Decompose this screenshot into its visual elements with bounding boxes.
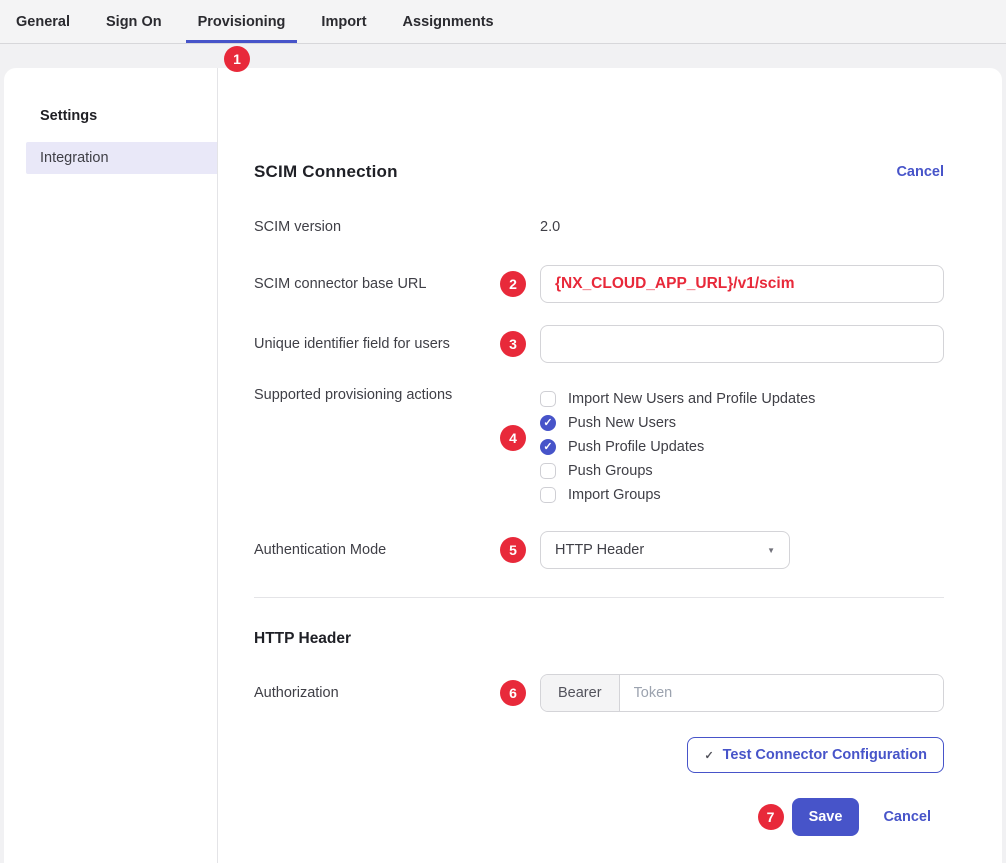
unique-id-row: Unique identifier field for users 3: [254, 325, 944, 363]
test-connector-row: ✓ Test Connector Configuration: [254, 737, 944, 773]
sidebar-item-label: Integration: [40, 150, 109, 166]
test-connector-label: Test Connector Configuration: [723, 747, 927, 763]
checkbox-row-import-users[interactable]: Import New Users and Profile Updates: [540, 387, 944, 411]
page-title: SCIM Connection: [254, 162, 398, 182]
section-divider: [254, 597, 944, 598]
unique-id-label: Unique identifier field for users: [254, 336, 540, 352]
app-window: General Sign On Provisioning Import Assi…: [0, 0, 1006, 863]
authorization-label: Authorization: [254, 685, 540, 701]
annotation-badge-3: 3: [500, 331, 526, 357]
bearer-prefix: Bearer: [541, 675, 620, 711]
scim-version-value: 2.0: [540, 219, 560, 235]
authorization-input-group: Bearer: [540, 674, 944, 712]
scim-connection-form: SCIM Connection Cancel SCIM version 2.0 …: [218, 68, 1002, 863]
sidebar-item-integration[interactable]: Integration: [26, 142, 217, 174]
checkbox-row-import-groups[interactable]: Import Groups: [540, 483, 944, 507]
save-button[interactable]: Save: [792, 798, 860, 836]
base-url-input[interactable]: [540, 265, 944, 303]
test-connector-button[interactable]: ✓ Test Connector Configuration: [687, 737, 944, 773]
tab-bar: General Sign On Provisioning Import Assi…: [0, 0, 1006, 44]
auth-mode-row: Authentication Mode 5 HTTP Header ▼: [254, 531, 944, 569]
tab-import[interactable]: Import: [309, 0, 378, 43]
checkbox-row-push-new-users[interactable]: Push New Users: [540, 411, 944, 435]
provisioning-card: Settings Integration SCIM Connection Can…: [4, 68, 1002, 863]
sidebar-heading: Settings: [40, 108, 217, 124]
unique-id-input[interactable]: [540, 325, 944, 363]
tab-assignments[interactable]: Assignments: [391, 0, 506, 43]
scim-version-row: SCIM version 2.0: [254, 216, 944, 238]
checkbox-push-groups[interactable]: [540, 463, 556, 479]
annotation-badge-5: 5: [500, 537, 526, 563]
checkbox-row-push-profile-updates[interactable]: Push Profile Updates: [540, 435, 944, 459]
provisioning-actions-row: Supported provisioning actions 4 Import …: [254, 387, 944, 507]
base-url-row: SCIM connector base URL 2: [254, 265, 944, 303]
form-actions-row: 7 Save Cancel: [254, 798, 944, 836]
tab-provisioning[interactable]: Provisioning: [186, 0, 298, 43]
base-url-label: SCIM connector base URL: [254, 276, 540, 292]
annotation-badge-4: 4: [500, 425, 526, 451]
checkbox-import-users[interactable]: [540, 391, 556, 407]
auth-mode-selected-value: HTTP Header: [555, 542, 644, 558]
http-header-heading: HTTP Header: [254, 626, 944, 652]
authorization-row: Authorization 6 Bearer: [254, 674, 944, 712]
auth-mode-select[interactable]: HTTP Header ▼: [540, 531, 790, 569]
cancel-link-top[interactable]: Cancel: [896, 164, 944, 180]
panel-header: SCIM Connection Cancel: [254, 158, 944, 186]
tab-sign-on[interactable]: Sign On: [94, 0, 174, 43]
tab-general[interactable]: General: [4, 0, 82, 43]
chevron-down-icon: ▼: [767, 546, 775, 555]
annotation-badge-2: 2: [500, 271, 526, 297]
annotation-badge-6: 6: [500, 680, 526, 706]
cancel-button[interactable]: Cancel: [883, 809, 931, 825]
checkbox-push-new-users[interactable]: [540, 415, 556, 431]
check-icon: ✓: [704, 749, 713, 762]
settings-sidebar: Settings Integration: [4, 68, 218, 863]
annotation-badge-7: 7: [758, 804, 784, 830]
annotation-badge-1: 1: [224, 46, 250, 72]
checkbox-label: Push Profile Updates: [568, 439, 704, 455]
token-input[interactable]: [620, 675, 943, 711]
checkbox-label: Import Groups: [568, 487, 661, 503]
checkbox-label: Import New Users and Profile Updates: [568, 391, 815, 407]
checkbox-row-push-groups[interactable]: Push Groups: [540, 459, 944, 483]
checkbox-label: Push New Users: [568, 415, 676, 431]
checkbox-push-profile-updates[interactable]: [540, 439, 556, 455]
provisioning-actions-label: Supported provisioning actions: [254, 387, 540, 403]
scim-version-label: SCIM version: [254, 219, 540, 235]
checkbox-label: Push Groups: [568, 463, 653, 479]
checkbox-import-groups[interactable]: [540, 487, 556, 503]
auth-mode-label: Authentication Mode: [254, 542, 540, 558]
